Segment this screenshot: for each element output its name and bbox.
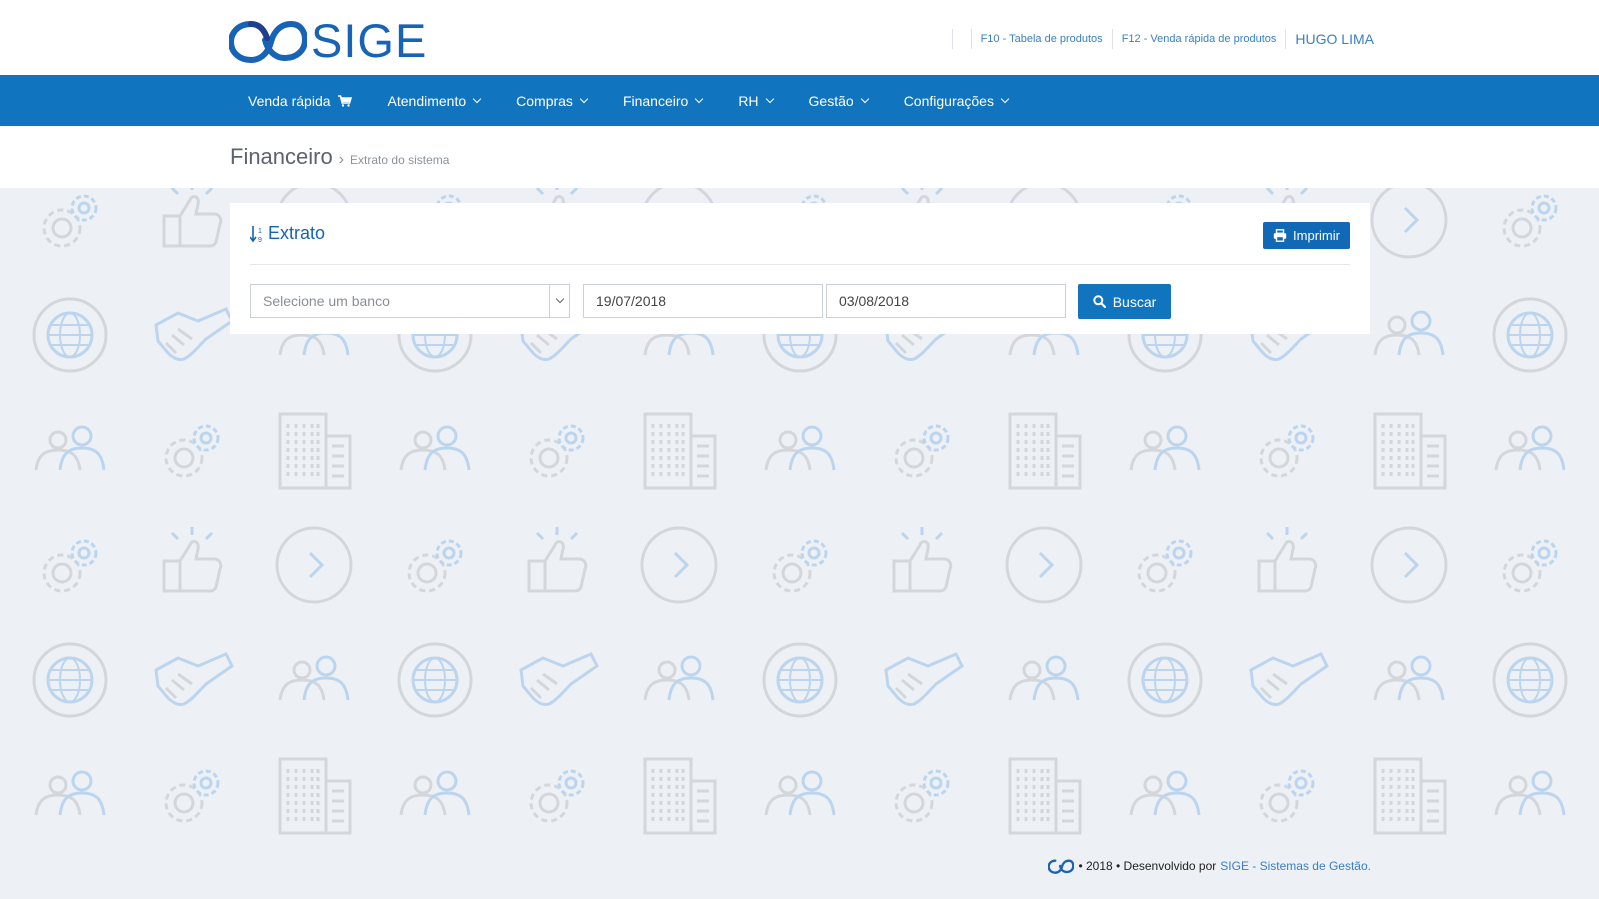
svg-text:9: 9 — [258, 237, 262, 243]
nav-item-label: Venda rápida — [248, 92, 331, 109]
product-table-link[interactable]: F10 - Tabela de produtos — [981, 33, 1103, 45]
date-from-value: 19/07/2018 — [596, 293, 667, 309]
svg-text:1: 1 — [258, 228, 262, 235]
infinity-logo-icon — [1048, 858, 1075, 874]
main-navbar: Venda rápida Atendimento Compras Finance… — [0, 75, 1599, 126]
nav-item-label: Compras — [516, 92, 573, 109]
divider — [1111, 29, 1113, 49]
footer-text: • 2018 • Desenvolvido por — [1078, 859, 1217, 873]
top-links: F10 - Tabela de produtos F12 - Venda ráp… — [943, 28, 1374, 50]
nav-item-atendimento[interactable]: Atendimento — [370, 75, 499, 126]
main-nav: Venda rápida Atendimento Compras Finance… — [230, 75, 1026, 126]
footer: • 2018 • Desenvolvido por SIGE - Sistema… — [1048, 858, 1371, 874]
breadcrumb-bar: Financeiro › Extrato do sistema — [0, 126, 1599, 188]
divider — [1285, 29, 1287, 49]
cart-icon — [337, 94, 352, 107]
breadcrumb: Financeiro › Extrato do sistema — [230, 144, 449, 170]
chevron-down-icon — [472, 94, 482, 103]
nav-item-label: RH — [738, 92, 759, 109]
chevron-down-icon — [549, 285, 569, 317]
date-to-input[interactable]: 03/08/2018 — [826, 284, 1066, 318]
chevron-down-icon — [695, 94, 704, 103]
breadcrumb-page: Extrato do sistema — [350, 153, 450, 167]
nav-item-configuracoes[interactable]: Configurações — [886, 75, 1026, 126]
print-button-label: Imprimir — [1293, 228, 1340, 243]
nav-item-gestao[interactable]: Gestão — [791, 75, 886, 126]
chevron-down-icon — [860, 94, 869, 103]
chevron-down-icon — [1000, 94, 1010, 103]
search-button[interactable]: Buscar — [1078, 284, 1171, 319]
nav-item-compras[interactable]: Compras — [498, 75, 605, 126]
nav-item-label: Financeiro — [622, 92, 689, 109]
nav-item-venda-rapida[interactable]: Venda rápida — [230, 75, 370, 126]
search-button-label: Buscar — [1112, 293, 1157, 310]
nav-item-label: Gestão — [808, 92, 854, 109]
panel-title-text: Extrato — [268, 223, 326, 243]
nav-item-rh[interactable]: RH — [720, 75, 790, 126]
nav-item-label: Atendimento — [387, 92, 467, 109]
divider — [970, 29, 972, 49]
top-header: SIGE F10 - Tabela de produtos F12 - Vend… — [0, 0, 1599, 75]
date-to-value: 03/08/2018 — [839, 293, 910, 309]
print-button[interactable]: Imprimir — [1263, 222, 1350, 249]
footer-sige-link[interactable]: SIGE - Sistemas de Gestão. — [1220, 859, 1371, 873]
breadcrumb-separator-icon: › — [338, 151, 345, 168]
chevron-down-icon — [579, 94, 589, 103]
sige-logo[interactable]: SIGE — [229, 16, 427, 64]
panel-title: 19 Extrato — [250, 223, 325, 244]
printer-icon — [1273, 229, 1287, 242]
statement-panel: 19 Extrato Imprimir Selecione um banco 1… — [230, 203, 1370, 334]
brand-name: SIGE — [311, 13, 428, 67]
chevron-down-icon — [765, 94, 774, 103]
nav-item-label: Configurações — [903, 92, 994, 109]
user-menu[interactable]: HUGO LIMA — [1295, 31, 1374, 47]
nav-item-financeiro[interactable]: Financeiro — [605, 75, 720, 126]
search-icon — [1093, 295, 1106, 308]
sort-numeric-icon: 19 — [250, 225, 264, 243]
breadcrumb-section[interactable]: Financeiro — [230, 144, 333, 170]
infinity-logo-icon — [229, 20, 307, 64]
divider — [250, 264, 1350, 265]
bank-select[interactable]: Selecione um banco — [250, 284, 570, 318]
divider — [951, 29, 953, 49]
date-from-input[interactable]: 19/07/2018 — [583, 284, 823, 318]
bank-select-placeholder: Selecione um banco — [263, 293, 390, 309]
quick-sale-link[interactable]: F12 - Venda rápida de produtos — [1122, 33, 1277, 45]
